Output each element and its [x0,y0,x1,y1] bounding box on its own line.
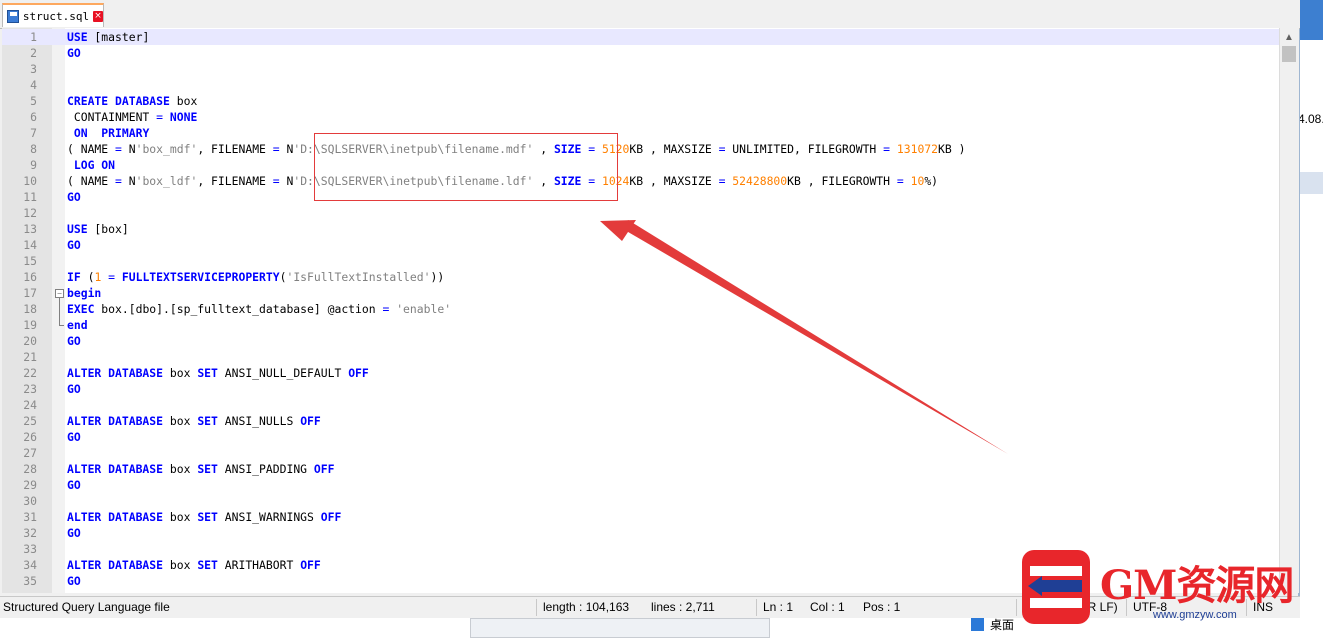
annotation-arrow [600,220,1008,454]
watermark-url: www.gmzyw.com [1153,609,1237,621]
watermark-text: GM资源网 [1100,562,1294,609]
